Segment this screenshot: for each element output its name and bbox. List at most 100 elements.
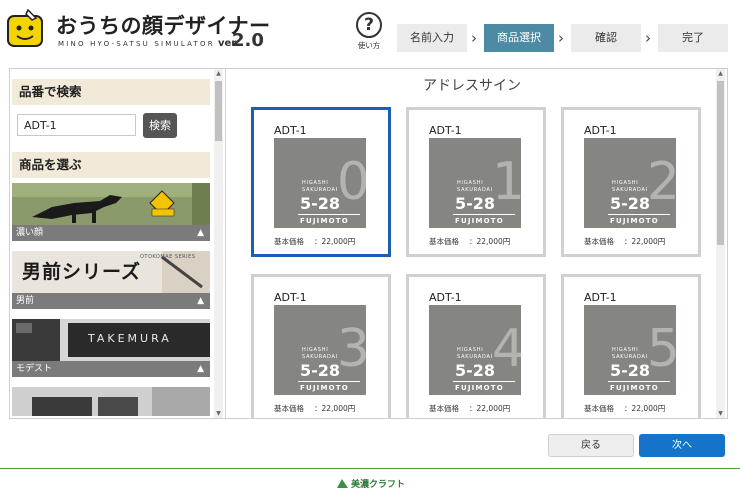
- sidebar-content: 品番で検索 検索 商品を選ぶ 濃い顔 ▲: [12, 71, 210, 416]
- scroll-up-icon[interactable]: ▲: [716, 69, 725, 78]
- product-thumbnail: 0 HIGASHI SAKURADAI 5-28 FUJIMOTO: [274, 138, 366, 228]
- thumbnail-name: FUJIMOTO: [610, 384, 659, 392]
- category-label: 男前: [16, 296, 35, 306]
- otokomae-series-banner: 男前シリーズ: [22, 261, 142, 283]
- thumbnail-digit: 0: [336, 152, 366, 212]
- category-label: モデスト: [16, 364, 53, 374]
- product-price: 基本価格 ：22,000円: [429, 403, 510, 414]
- thumbnail-number: 5-28: [455, 194, 496, 213]
- category-label-bar: 濃い顔 ▲: [12, 225, 210, 241]
- product-thumbnail: 1 HIGASHI SAKURADAI 5-28 FUJIMOTO: [429, 138, 521, 228]
- product-code: ADT-1: [274, 291, 307, 304]
- thumbnail-digit: 4: [491, 319, 521, 379]
- otokomae-series-subtitle: OTOKOMAE SERIES: [140, 254, 196, 260]
- next-button[interactable]: 次へ: [639, 434, 725, 457]
- product-price: 基本価格 ：22,000円: [429, 236, 510, 247]
- thumbnail-line1: HIGASHI: [612, 347, 639, 353]
- product-price: 基本価格 ：22,000円: [274, 236, 355, 247]
- thumbnail-line2: SAKURADAI: [612, 187, 649, 193]
- thumbnail-line1: HIGASHI: [302, 347, 329, 353]
- product-card[interactable]: ADT-1 2 HIGASHI SAKURADAI 5-28 FUJIMOTO 基本価格 ：2…: [561, 107, 701, 257]
- thumbnail-rule: [298, 381, 360, 382]
- thumbnail-name: FUJIMOTO: [455, 384, 504, 392]
- search-heading: 品番で検索: [12, 79, 210, 105]
- back-button[interactable]: 戻る: [548, 434, 634, 457]
- thumbnail-rule: [453, 381, 515, 382]
- price-value: ：22,000円: [469, 237, 511, 246]
- product-thumbnail: 5 HIGASHI SAKURADAI 5-28 FUJIMOTO: [584, 305, 676, 395]
- category-label: 濃い顔: [16, 228, 44, 238]
- sidebar-scrollbar[interactable]: ▲ ▼: [214, 69, 223, 418]
- nameplate-text: TAKEMURA: [88, 332, 172, 345]
- chevron-right-icon: ›: [645, 29, 651, 47]
- category-modest[interactable]: TAKEMURA モデスト ▲: [12, 319, 210, 379]
- product-price: 基本価格 ：22,000円: [274, 403, 355, 414]
- app-subtitle: MINO HYO-SATSU SIMULATOR: [58, 40, 215, 48]
- step-confirm: 確認: [571, 24, 641, 52]
- category-next[interactable]: [12, 387, 210, 416]
- price-value: ：22,000円: [314, 237, 356, 246]
- brand-mark-icon: [337, 479, 348, 488]
- chevron-right-icon: ›: [558, 29, 564, 47]
- thumbnail-line1: HIGASHI: [612, 180, 639, 186]
- price-label: 基本価格: [584, 237, 614, 246]
- product-card[interactable]: ADT-1 3 HIGASHI SAKURADAI 5-28 FUJIMOTO 基本価格 ：2…: [251, 274, 391, 418]
- help-button[interactable]: ? 使い方: [352, 12, 386, 51]
- price-value: ：22,000円: [469, 404, 511, 413]
- scroll-down-icon[interactable]: ▼: [716, 409, 725, 418]
- thumbnail-number: 5-28: [610, 194, 651, 213]
- product-code: ADT-1: [584, 124, 617, 137]
- thumbnail-digit: 1: [491, 152, 521, 212]
- product-code: ADT-1: [584, 291, 617, 304]
- product-price: 基本価格 ：22,000円: [584, 403, 665, 414]
- thumbnail-line2: SAKURADAI: [457, 187, 494, 193]
- product-code-input[interactable]: [17, 114, 136, 136]
- thumbnail-line1: HIGASHI: [457, 180, 484, 186]
- thumbnail-line2: SAKURADAI: [302, 354, 339, 360]
- scroll-up-icon[interactable]: ▲: [214, 69, 223, 78]
- product-card[interactable]: ADT-1 5 HIGASHI SAKURADAI 5-28 FUJIMOTO 基本価格 ：2…: [561, 274, 701, 418]
- product-card[interactable]: ADT-1 0 HIGASHI SAKURADAI 5-28 FUJIMOTO 基本価格 ：2…: [251, 107, 391, 257]
- thumbnail-line1: HIGASHI: [457, 347, 484, 353]
- search-button[interactable]: 検索: [143, 113, 177, 138]
- category-image: [12, 183, 210, 225]
- footer-brand: 美濃クラフト: [351, 480, 406, 490]
- category-koi-kao[interactable]: 濃い顔 ▲: [12, 183, 210, 243]
- thumbnail-line2: SAKURADAI: [612, 354, 649, 360]
- category-title: アドレスサイン: [423, 78, 521, 94]
- product-card[interactable]: ADT-1 4 HIGASHI SAKURADAI 5-28 FUJIMOTO 基本価格 ：2…: [406, 274, 546, 418]
- thumbnail-digit: 5: [646, 319, 676, 379]
- scroll-down-icon[interactable]: ▼: [214, 409, 223, 418]
- price-label: 基本価格: [274, 404, 304, 413]
- chevron-up-icon: ▲: [197, 228, 204, 238]
- thumbnail-name: FUJIMOTO: [300, 217, 349, 225]
- thumbnail-rule: [453, 214, 515, 215]
- product-code: ADT-1: [429, 124, 462, 137]
- category-label-bar: 男前 ▲: [12, 293, 210, 309]
- product-grid-area: アドレスサイン ADT-1 0 HIGASHI SAKURADAI 5-28 FUJIMO…: [227, 69, 727, 418]
- content-scrollbar[interactable]: ▲ ▼: [716, 69, 725, 418]
- price-label: 基本価格: [429, 237, 459, 246]
- thumbnail-digit: 3: [336, 319, 366, 379]
- thumbnail-number: 5-28: [300, 361, 341, 380]
- header: おうちの顔デザイナー MINO HYO-SATSU SIMULATOR ver …: [0, 0, 740, 64]
- category-otokomae[interactable]: 男前シリーズ OTOKOMAE SERIES 男前 ▲: [12, 251, 210, 311]
- step-product-select: 商品選択: [484, 24, 554, 52]
- category-image: [12, 387, 210, 416]
- scrollbar-thumb[interactable]: [717, 81, 724, 245]
- help-icon: ?: [356, 12, 382, 38]
- thumbnail-rule: [608, 214, 670, 215]
- version-number: 2.0: [232, 30, 264, 51]
- thumbnail-number: 5-28: [610, 361, 651, 380]
- product-price: 基本価格 ：22,000円: [584, 236, 665, 247]
- step-complete: 完了: [658, 24, 728, 52]
- product-card[interactable]: ADT-1 1 HIGASHI SAKURADAI 5-28 FUJIMOTO 基本価格 ：2…: [406, 107, 546, 257]
- price-value: ：22,000円: [314, 404, 356, 413]
- thumbnail-line2: SAKURADAI: [302, 187, 339, 193]
- sidebar: 品番で検索 検索 商品を選ぶ 濃い顔 ▲: [10, 69, 226, 418]
- scrollbar-thumb[interactable]: [215, 81, 222, 141]
- chevron-right-icon: ›: [471, 29, 477, 47]
- thumbnail-rule: [298, 214, 360, 215]
- thumbnail-rule: [608, 381, 670, 382]
- product-thumbnail: 2 HIGASHI SAKURADAI 5-28 FUJIMOTO: [584, 138, 676, 228]
